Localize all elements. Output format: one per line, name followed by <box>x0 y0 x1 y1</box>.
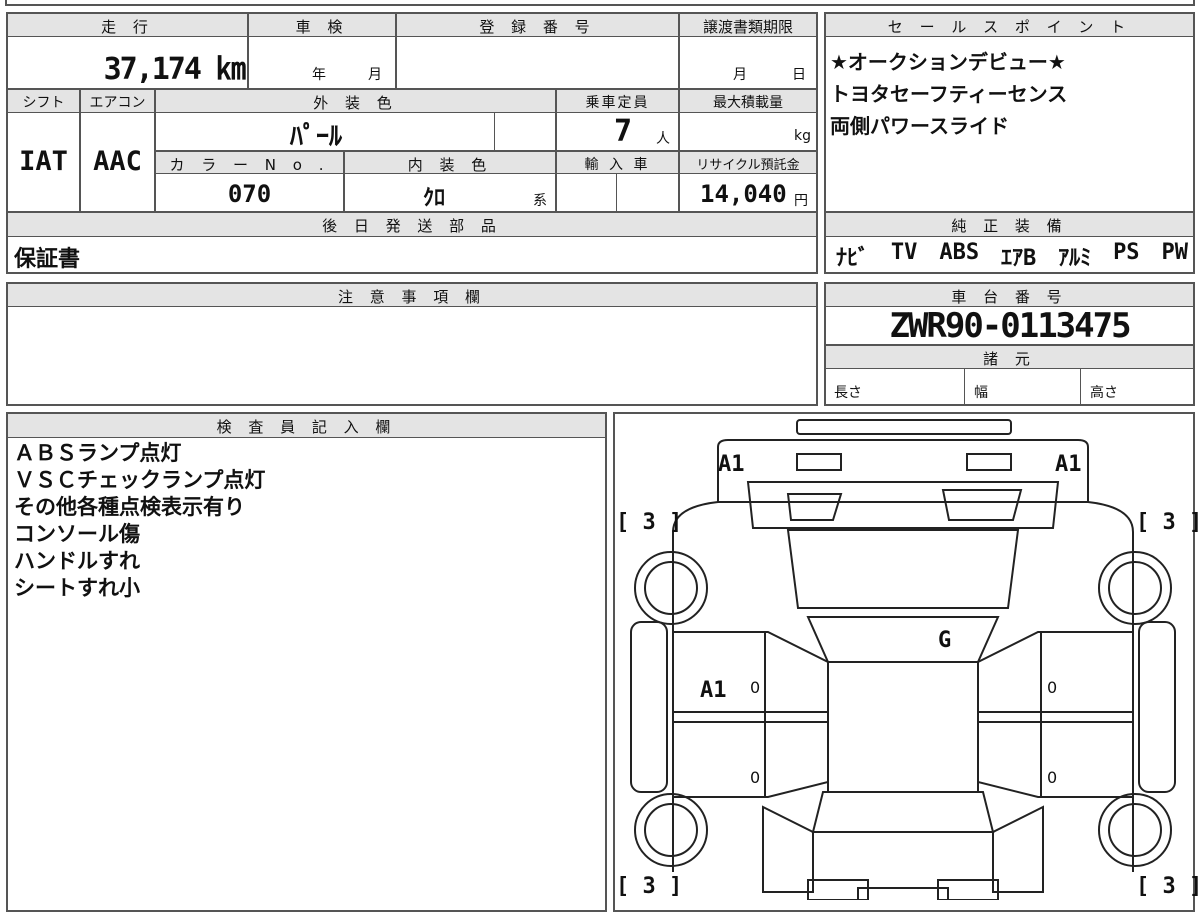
transfer-deadline-label: 譲渡書類期限 <box>702 18 793 36</box>
chassis-label: 車 台 番 号 <box>951 288 1068 306</box>
shift-label: シフト <box>22 95 65 111</box>
inspector-note: ＡＢＳランプ点灯 <box>14 441 182 465</box>
inspection-year-unit: 年 <box>312 67 326 83</box>
color-no-value: 070 <box>227 180 272 208</box>
tire-mark-rear-right: [ 3 ] <box>1136 874 1200 899</box>
shift-value: IAT <box>19 146 68 177</box>
mileage-label: 走 行 <box>101 18 154 36</box>
transfer-day-unit: 日 <box>792 67 806 83</box>
zero-mark: 0 <box>750 678 761 697</box>
chassis-number: ZWR90-0113475 <box>889 306 1131 346</box>
zero-mark: 0 <box>1047 768 1058 787</box>
top-cutoff-strip <box>5 0 1195 6</box>
mileage-value: 37,174 ㎞ <box>103 52 246 87</box>
color-no-label: カ ラ ー N o . <box>169 156 330 174</box>
sales-point: ★オークションデビュー★ <box>830 50 1066 74</box>
sales-points-label: セ ー ル ス ポ イ ン ト <box>887 18 1132 36</box>
inspector-label: 検 査 員 記 入 欄 <box>216 418 397 436</box>
inspector-note: シートすれ小 <box>14 576 140 600</box>
inspector-note: ＶＳＣチェックランプ点灯 <box>14 468 266 492</box>
import-label: 輸 入 車 <box>584 157 651 173</box>
zero-mark: 0 <box>1047 678 1058 697</box>
notes-label: 注 意 事 項 欄 <box>337 288 487 306</box>
recycle-label: リサイクル預託金 <box>696 158 800 173</box>
equipment-list: ﾅﾋﾞ TV ABS ｴｱB ｱﾙﾐ PS PW <box>836 240 1188 272</box>
specs-label: 諸 元 <box>983 350 1036 368</box>
tire-mark-front-left: [ 3 ] <box>616 510 683 535</box>
recycle-value: 14,040 <box>700 180 787 208</box>
damage-mark-front-left: A1 <box>718 452 745 477</box>
length-label: 長さ <box>834 385 862 401</box>
load-unit: kg <box>794 128 811 144</box>
damage-mark-left-side: A1 <box>700 678 727 703</box>
later-parts-label: 後 日 発 送 部 品 <box>322 217 502 235</box>
height-label: 高さ <box>1090 385 1118 401</box>
inspection-label: 車 検 <box>295 18 349 36</box>
damage-mark-front-right: A1 <box>1055 452 1082 477</box>
inspector-note: その他各種点検表示有り <box>14 495 245 519</box>
interior-suffix: 系 <box>533 193 547 209</box>
exterior-color-label: 外 装 色 <box>313 94 398 112</box>
equipment-item: TV <box>890 240 918 265</box>
genuine-equipment-label: 純 正 装 備 <box>951 217 1068 235</box>
tire-mark-front-right: [ 3 ] <box>1136 510 1200 535</box>
capacity-label: 乗車定員 <box>585 95 650 111</box>
interior-color-label: 内 装 色 <box>407 156 493 174</box>
aircon-label: エアコン <box>89 95 146 111</box>
width-label: 幅 <box>974 385 988 401</box>
max-load-label: 最大積載量 <box>713 95 783 111</box>
sales-points-list: ★オークションデビュー★ トヨタセーフティーセンス 両側パワースライド <box>830 46 1067 142</box>
equipment-item: PS <box>1113 240 1140 265</box>
exterior-color-value: ﾊﾟｰﾙ <box>290 122 343 152</box>
equipment-item: ﾅﾋﾞ <box>836 246 870 271</box>
equipment-item: ｱﾙﾐ <box>1058 246 1092 271</box>
aircon-value: AAC <box>93 146 142 177</box>
equipment-item: ｴｱB <box>1000 246 1037 271</box>
registration-label: 登 録 番 号 <box>479 18 596 36</box>
interior-color-value: ｸﾛ <box>423 186 446 211</box>
inspector-note: コンソール傷 <box>14 522 140 546</box>
inspector-notes-list: ＡＢＳランプ点灯 ＶＳＣチェックランプ点灯 その他各種点検表示有り コンソール傷… <box>14 440 265 602</box>
damage-mark-center: G <box>938 628 952 653</box>
capacity-value: 7 <box>614 114 633 149</box>
inspection-month-unit: 月 <box>368 67 382 83</box>
equipment-item: PW <box>1161 240 1188 265</box>
sales-point: トヨタセーフティーセンス <box>830 82 1068 106</box>
capacity-unit: 人 <box>656 131 670 147</box>
sales-point: 両側パワースライド <box>830 114 1009 138</box>
tire-mark-rear-left: [ 3 ] <box>616 874 683 899</box>
equipment-item: ABS <box>939 240 980 265</box>
inspector-note: ハンドルすれ <box>14 549 140 573</box>
later-parts-value: 保証書 <box>14 247 81 272</box>
recycle-unit: 円 <box>794 193 808 209</box>
car-body-diagram <box>630 419 1176 900</box>
transfer-month-unit: 月 <box>733 67 747 83</box>
zero-mark: 0 <box>750 768 761 787</box>
